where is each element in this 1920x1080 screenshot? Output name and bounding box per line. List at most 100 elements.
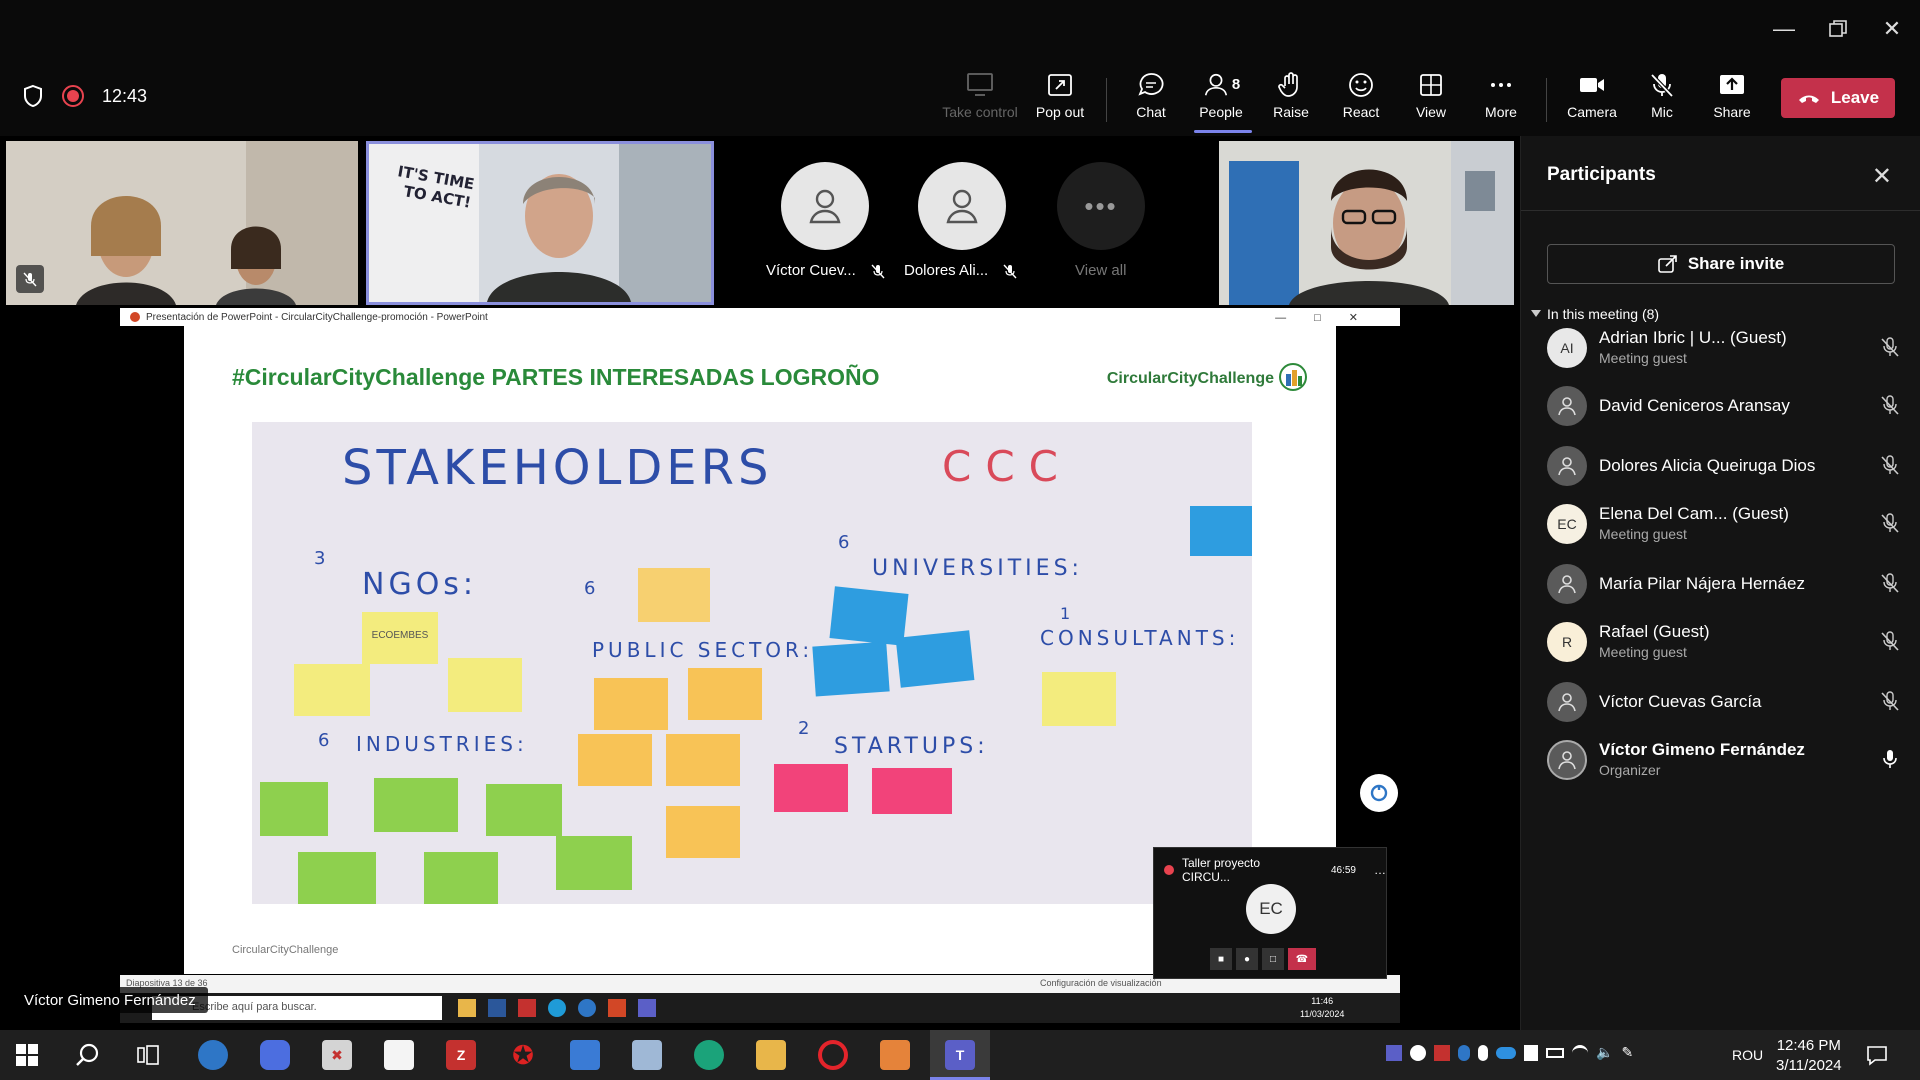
person-icon	[946, 189, 978, 224]
mic-off-icon[interactable]	[1879, 512, 1901, 534]
shared-clock-time: 11:46	[1311, 996, 1334, 1006]
video-tile-active-speaker[interactable]: IT'S TIME TO ACT!	[366, 141, 714, 305]
bluetooth-icon[interactable]	[1458, 1044, 1470, 1061]
in-meeting-section[interactable]: In this meeting (8)	[1531, 306, 1659, 322]
app-icon-notepad[interactable]	[384, 1040, 414, 1070]
participant-name: Elena Del Cam... (Guest)	[1599, 504, 1789, 523]
participant-avatar	[1547, 386, 1587, 426]
participant-avatar	[1547, 740, 1587, 780]
sticky-note	[448, 658, 522, 712]
display-settings[interactable]: Configuración de visualización	[1040, 978, 1162, 988]
pop-out-button[interactable]: Pop out	[1025, 70, 1095, 130]
hang-up-icon[interactable]: ☎	[1288, 948, 1316, 970]
mic-off-icon[interactable]	[1879, 690, 1901, 712]
mic-off-icon[interactable]	[1879, 630, 1901, 652]
microphone-tray-icon[interactable]	[1478, 1044, 1488, 1061]
participant-row[interactable]: David Ceniceros Aransay	[1547, 380, 1901, 436]
red-b-icon[interactable]	[1434, 1044, 1450, 1061]
share-button[interactable]: Share	[1697, 70, 1767, 130]
grammarly-icon[interactable]	[1410, 1044, 1426, 1061]
clock-time: 12:46 PM	[1776, 1037, 1841, 1054]
window-controls: —□✕	[1275, 311, 1386, 324]
battery-icon[interactable]	[1546, 1047, 1564, 1058]
people-button[interactable]: 8 People	[1186, 70, 1256, 130]
take-control-button[interactable]: Take control	[942, 70, 1018, 130]
board-number: 2	[798, 718, 814, 739]
app-icon	[578, 999, 596, 1017]
react-button[interactable]: React	[1326, 70, 1396, 130]
mic-off-icon[interactable]	[1879, 336, 1901, 358]
video-tile-participant[interactable]	[1219, 141, 1514, 305]
restore-icon[interactable]	[1818, 14, 1858, 44]
camera-button[interactable]: Camera	[1557, 70, 1627, 130]
close-window-icon[interactable]: ✕	[1872, 14, 1912, 44]
sticky-note	[294, 664, 370, 716]
raise-hand-button[interactable]: Raise	[1256, 70, 1326, 130]
video-icon[interactable]: ■	[1210, 948, 1232, 970]
onedrive-icon[interactable]	[1496, 1046, 1516, 1059]
app-icon-red-star[interactable]: ✪	[508, 1040, 538, 1070]
calculator-icon[interactable]	[570, 1040, 600, 1070]
shared-search-placeholder: Escribe aquí para buscar.	[192, 1001, 317, 1013]
mic-icon[interactable]: ●	[1236, 948, 1258, 970]
participant-row[interactable]: EC Elena Del Cam... (Guest) Meeting guest	[1547, 498, 1901, 554]
participant-row[interactable]: Dolores Alicia Queiruga Dios	[1547, 440, 1901, 496]
minimize-icon[interactable]: —	[1764, 14, 1804, 44]
view-all-button[interactable]: •••	[1057, 162, 1145, 250]
notification-icon[interactable]	[1866, 1044, 1888, 1066]
recording-icon	[62, 85, 84, 107]
folder-icon[interactable]	[756, 1040, 786, 1070]
view-button[interactable]: View	[1396, 70, 1466, 130]
board-number: 6	[318, 730, 334, 751]
start-icon[interactable]	[16, 1044, 38, 1066]
share-invite-button[interactable]: Share invite	[1547, 244, 1895, 284]
leave-button[interactable]: Leave	[1781, 78, 1895, 118]
mic-off-icon[interactable]	[1879, 572, 1901, 594]
mini-call-more-icon[interactable]: …	[1374, 863, 1386, 877]
taskbar-clock[interactable]: 12:46 PM 3/11/2024	[1776, 1036, 1842, 1076]
video-tile-participants-room[interactable]	[6, 141, 358, 305]
mini-call-window[interactable]: Taller proyecto CIRCU... 46:59 … EC ■ ● …	[1153, 847, 1387, 979]
person-icon	[1558, 397, 1576, 416]
pdf-icon[interactable]	[632, 1040, 662, 1070]
mic-off-icon[interactable]	[1879, 454, 1901, 476]
participant-row[interactable]: AI Adrian Ibric | U... (Guest) Meeting gue…	[1547, 322, 1901, 378]
task-view-icon[interactable]	[136, 1044, 160, 1066]
pen-icon[interactable]: ✎	[1621, 1044, 1633, 1061]
app-icon-blue-circle[interactable]	[198, 1040, 228, 1070]
chat-button[interactable]: Chat	[1116, 70, 1186, 130]
sticky-note	[872, 768, 952, 814]
teams-tray-icon[interactable]	[1386, 1044, 1402, 1061]
person-icon	[1558, 457, 1576, 476]
mic-on-icon[interactable]	[1879, 748, 1901, 770]
app-icon-red-calendar[interactable]: ✖	[322, 1040, 352, 1070]
security-icon[interactable]	[1524, 1044, 1538, 1061]
brand-name: CircularCityChallenge	[1106, 370, 1274, 387]
search-icon[interactable]	[74, 1042, 100, 1068]
mic-button[interactable]: Mic	[1627, 70, 1697, 130]
participant-name: David Ceniceros Aransay	[1599, 396, 1790, 415]
board-heading: STAKEHOLDERS	[342, 440, 773, 496]
video-feed: IT'S TIME TO ACT!	[369, 144, 711, 302]
volume-icon[interactable]: 🔈	[1596, 1044, 1613, 1061]
mini-call-avatar: EC	[1246, 884, 1296, 934]
app-icon-red-z[interactable]: Z	[446, 1040, 476, 1070]
sync-icon[interactable]	[1360, 774, 1398, 812]
share-icon[interactable]: □	[1262, 948, 1284, 970]
participant-avatar[interactable]	[918, 162, 1006, 250]
more-button[interactable]: More	[1466, 70, 1536, 130]
participant-row[interactable]: Víctor Cuevas García	[1547, 676, 1901, 732]
close-icon[interactable]: ✕	[1872, 162, 1892, 191]
participant-row[interactable]: Víctor Gimeno Fernández Organizer	[1547, 734, 1901, 790]
document-icon[interactable]	[880, 1040, 910, 1070]
app-icon-hexagon[interactable]	[260, 1040, 290, 1070]
edge-icon[interactable]	[694, 1040, 724, 1070]
participant-row[interactable]: María Pilar Nájera Hernáez	[1547, 558, 1901, 614]
language-indicator[interactable]: ROU	[1732, 1047, 1763, 1063]
participant-avatar[interactable]	[781, 162, 869, 250]
mic-off-icon[interactable]	[1879, 394, 1901, 416]
teams-taskbar-active[interactable]: T	[930, 1030, 990, 1080]
opera-icon[interactable]	[818, 1040, 848, 1070]
participant-row[interactable]: R Rafael (Guest) Meeting guest	[1547, 616, 1901, 672]
wifi-icon[interactable]	[1572, 1044, 1588, 1061]
